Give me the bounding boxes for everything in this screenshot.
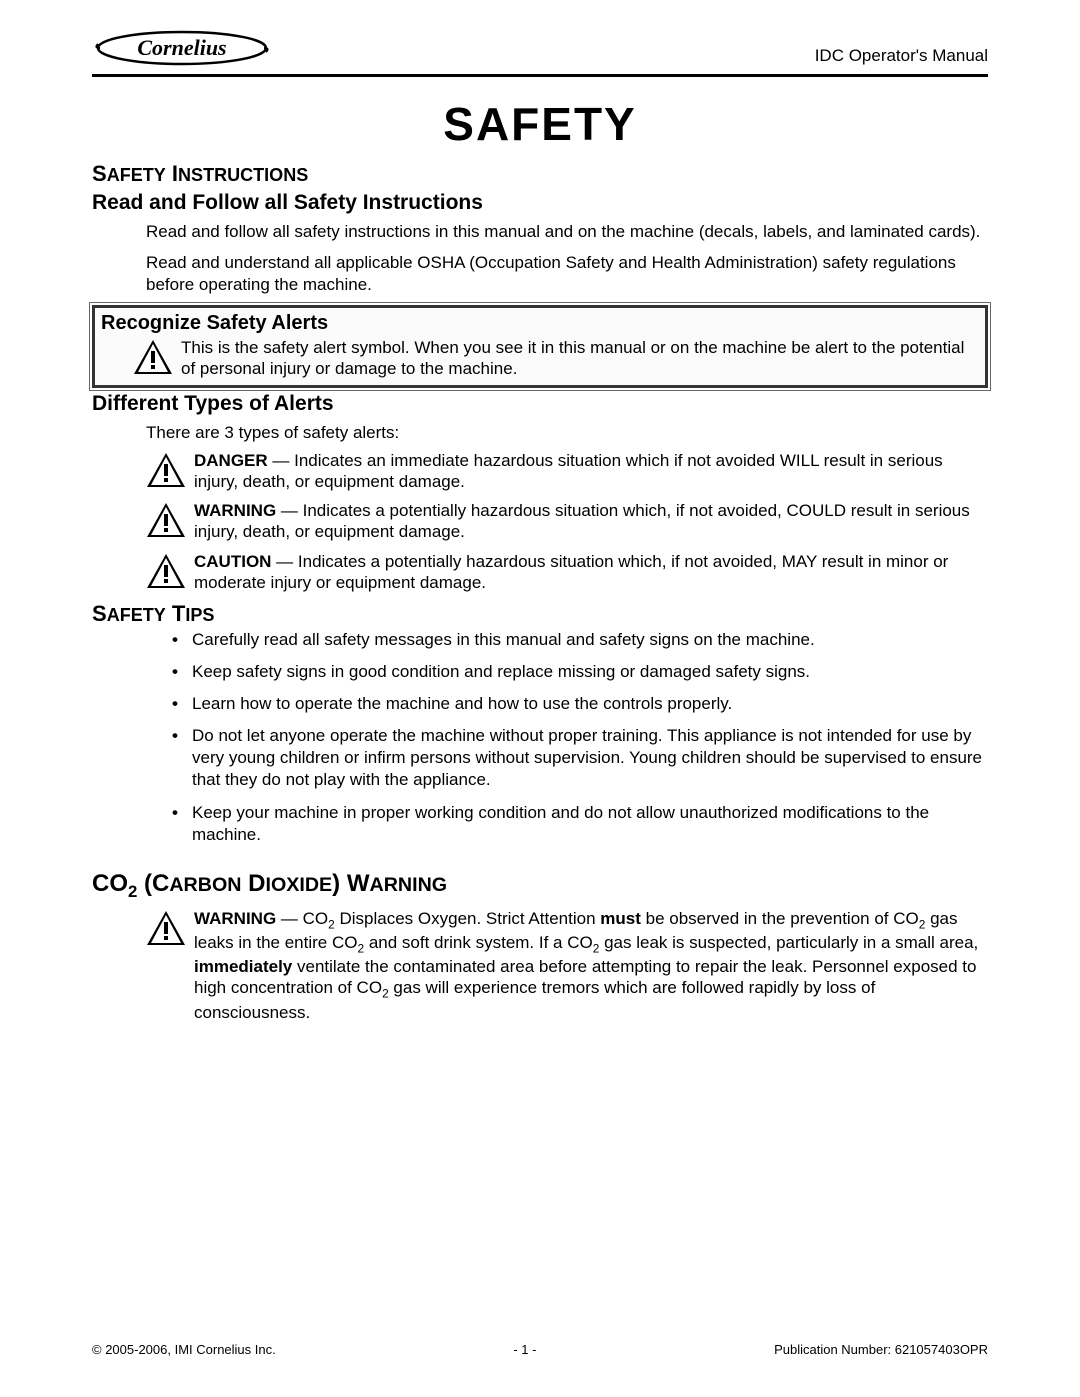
footer-publication-number: Publication Number: 621057403OPR	[774, 1342, 988, 1357]
alert-label: DANGER	[194, 451, 268, 470]
warning-triangle-icon	[146, 502, 186, 538]
safety-instructions-heading: SAFETY INSTRUCTIONS	[92, 161, 988, 187]
co2-warning-text: WARNING — CO2 Displaces Oxygen. Strict A…	[194, 908, 988, 1023]
page-footer: © 2005-2006, IMI Cornelius Inc. - 1 - Pu…	[92, 1342, 988, 1357]
body-paragraph: Read and understand all applicable OSHA …	[146, 252, 988, 295]
list-item: Do not let anyone operate the machine wi…	[172, 725, 988, 791]
footer-page-number: - 1 -	[513, 1342, 536, 1357]
warning-triangle-icon	[133, 339, 173, 375]
cornelius-logo: Cornelius	[92, 28, 272, 68]
recognize-alerts-heading: Recognize Safety Alerts	[101, 312, 979, 335]
safety-tips-list: Carefully read all safety messages in th…	[172, 629, 988, 846]
warning-triangle-icon	[146, 910, 186, 946]
alert-label: CAUTION	[194, 552, 271, 571]
alert-text: — Indicates a potentially hazardous situ…	[194, 501, 970, 541]
co2-warning-heading: CO2 (CARBON DIOXIDE) WARNING	[92, 870, 988, 902]
list-item: Carefully read all safety messages in th…	[172, 629, 988, 651]
list-item: Learn how to operate the machine and how…	[172, 693, 988, 715]
types-intro: There are 3 types of safety alerts:	[146, 422, 988, 443]
alert-text: — Indicates a potentially hazardous situ…	[194, 552, 948, 592]
alert-text: — Indicates an immediate hazardous situa…	[194, 451, 943, 491]
footer-copyright: © 2005-2006, IMI Cornelius Inc.	[92, 1342, 276, 1357]
types-of-alerts-heading: Different Types of Alerts	[92, 392, 988, 416]
recognize-alerts-box: Recognize Safety Alerts This is the safe…	[92, 305, 988, 389]
alert-row-danger: DANGER — Indicates an immediate hazardou…	[146, 450, 988, 493]
alert-label: WARNING	[194, 501, 276, 520]
list-item: Keep your machine in proper working cond…	[172, 802, 988, 846]
read-follow-heading: Read and Follow all Safety Instructions	[92, 191, 988, 215]
list-item: Keep safety signs in good condition and …	[172, 661, 988, 683]
alert-row-warning: WARNING — Indicates a potentially hazard…	[146, 500, 988, 543]
svg-text:Cornelius: Cornelius	[137, 35, 226, 60]
co2-warning-row: WARNING — CO2 Displaces Oxygen. Strict A…	[146, 908, 988, 1023]
safety-tips-heading: SAFETY TIPS	[92, 601, 988, 627]
document-title: IDC Operator's Manual	[815, 46, 988, 68]
warning-triangle-icon	[146, 553, 186, 589]
recognize-alerts-text: This is the safety alert symbol. When yo…	[181, 337, 979, 380]
warning-triangle-icon	[146, 452, 186, 488]
alert-row-caution: CAUTION — Indicates a potentially hazard…	[146, 551, 988, 594]
page-title: SAFETY	[92, 97, 988, 151]
body-paragraph: Read and follow all safety instructions …	[146, 221, 988, 242]
page-header: Cornelius IDC Operator's Manual	[92, 28, 988, 77]
